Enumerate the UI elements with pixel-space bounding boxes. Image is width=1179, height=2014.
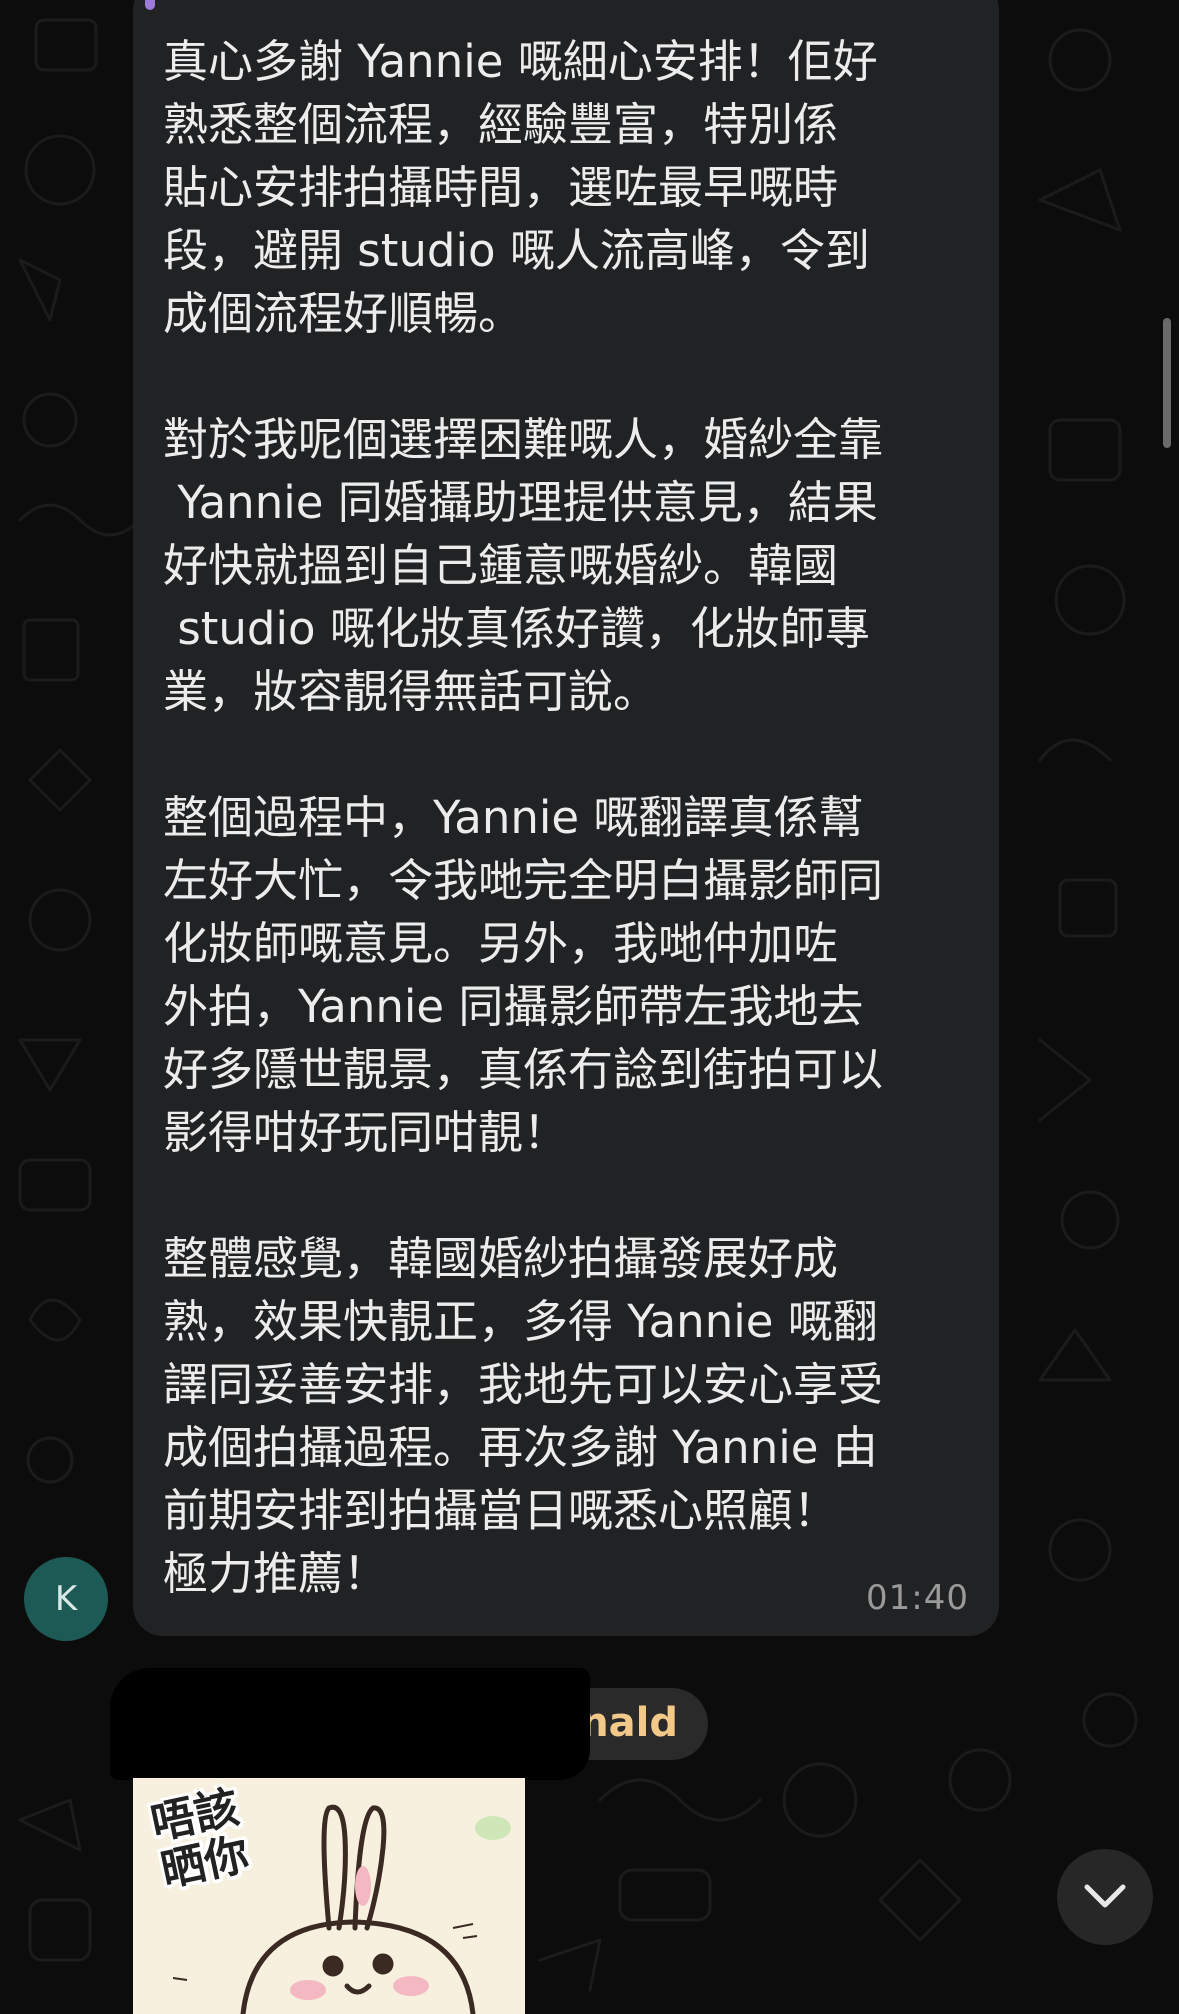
chevron-down-icon <box>1084 1884 1126 1908</box>
chat-background: 真心多謝 Yannie 嘅細心安排！佢好 熟悉整個流程，經驗豐富，特別係 貼心安… <box>0 0 1179 2014</box>
message-timestamp: 01:40 <box>866 1578 969 1618</box>
scrollbar[interactable] <box>1163 318 1171 448</box>
avatar[interactable]: K <box>24 1557 108 1641</box>
avatar-initial: K <box>54 1579 78 1619</box>
scroll-down-button[interactable] <box>1057 1849 1153 1945</box>
reply-accent-bar <box>145 0 155 10</box>
message-bubble[interactable]: 真心多謝 Yannie 嘅細心安排！佢好 熟悉整個流程，經驗豐富，特別係 貼心安… <box>133 0 999 1636</box>
redaction-mark <box>110 1668 590 1780</box>
sticker-image[interactable]: 唔該 晒你 <box>133 1778 525 2014</box>
sender-name: nald <box>580 1700 678 1746</box>
message-text: 真心多謝 Yannie 嘅細心安排！佢好 熟悉整個流程，經驗豐富，特別係 貼心安… <box>163 35 884 1600</box>
